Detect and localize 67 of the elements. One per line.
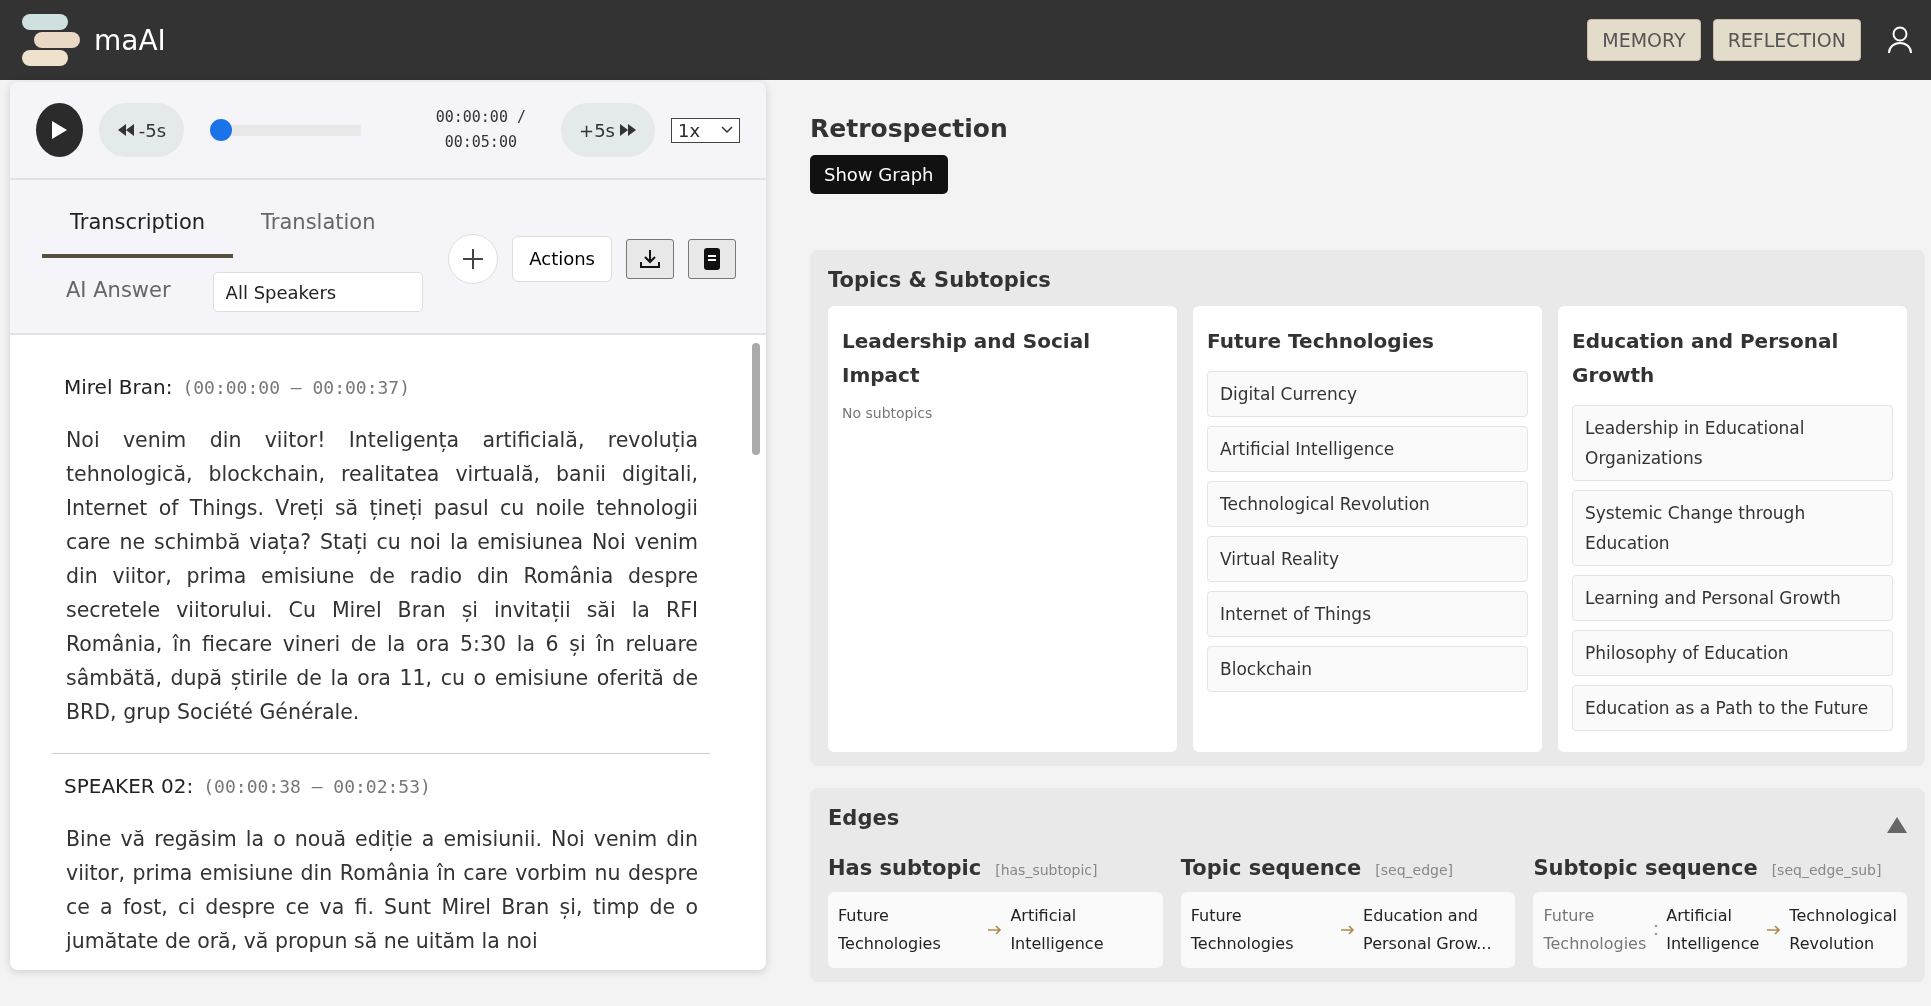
- section-title: Retrospection: [810, 114, 1009, 143]
- arrow-icon: [1767, 925, 1782, 935]
- arrow-icon: [988, 925, 1003, 935]
- speed-select[interactable]: 1x: [670, 117, 740, 143]
- edge-type-tag: [seq_edge_sub]: [1771, 862, 1882, 878]
- rewind-icon: [116, 124, 135, 136]
- target-label: Artificial Intelligence: [1010, 905, 1105, 955]
- logo-icon: [20, 12, 82, 68]
- source-label: Future Technologies: [1190, 905, 1295, 955]
- brand-name: maAI: [94, 23, 166, 57]
- user-icon[interactable]: [1887, 26, 1913, 54]
- topic-title: Leadership and Social Impact: [842, 328, 1092, 389]
- edge-type-tag: [has_subtopic]: [995, 862, 1098, 878]
- subtopic-item[interactable]: Internet of Things: [1207, 591, 1528, 637]
- play-button[interactable]: [36, 103, 83, 157]
- transcript-text: Noi venim din viitor! Inteligența artificială, revoluția tehnologică, blockchain, realitatea virtuală, banii digitali, Internet of Things. Vreți să țineți pasul cu noile tehnologii care ne schimbă viața? Stați cu noi la emisiunea Noi venim din viitor, prima emisiune de radio din România despre secretele viitorului. Cu Mirel Bran și invitații săi la RFI România, în fiecare vineri de la ora 5:30 la 6 și în reluare sâmbătă, după știrile de la ora 11, cu o emisiune oferită de BRD, grup Société Générale.: [65, 427, 699, 726]
- tab[interactable]: AI Answer: [42, 274, 171, 310]
- time-display: 00:00:00 / 00:05:00: [434, 107, 527, 153]
- subtopic-item[interactable]: Artificial Intelligence: [1207, 426, 1528, 472]
- panel-title: Edges: [828, 806, 900, 830]
- edge-group-title: Has subtopic: [828, 856, 982, 880]
- subtopic-item[interactable]: Digital Currency: [1207, 371, 1528, 417]
- source-label: Artificial Intelligence: [1666, 905, 1760, 955]
- forward-button[interactable]: +5s: [561, 103, 655, 157]
- header-button[interactable]: MEMORY: [1587, 19, 1701, 61]
- target-label: Education and Personal Grow...: [1363, 905, 1493, 955]
- empty-note: No subtopics: [842, 405, 934, 421]
- document-icon: [704, 247, 720, 270]
- topic-title: Education and Personal Growth: [1572, 328, 1840, 389]
- time-range: (00:00:38 – 00:02:53): [203, 776, 431, 797]
- panel-title: Topics & Subtopics: [828, 268, 1052, 292]
- subtopic-item[interactable]: Leadership in Educational Organizations: [1572, 405, 1893, 481]
- header-button[interactable]: REFLECTION: [1712, 19, 1861, 61]
- target-label: Technological Revolution: [1789, 905, 1897, 955]
- subtopic-item[interactable]: Learning and Personal Growth: [1572, 575, 1893, 621]
- subtopic-item[interactable]: Education as a Path to the Future: [1572, 685, 1893, 731]
- rewind-button[interactable]: -5s: [98, 103, 185, 157]
- separator-icon: [1654, 924, 1659, 936]
- transcript-text: Bine vă regăsim la o nouă ediție a emisiunii. Noi venim din viitor, prima emisiune din România în care vorbim nu despre ce a fost, ci despre ce va fi. Sunt Mirel Bran și, timp de o jumătate de oră, vă propun să ne uităm la noi: [64, 826, 699, 955]
- collapse-icon[interactable]: [1887, 817, 1907, 833]
- time-range: (00:00:00 – 00:00:37): [182, 377, 410, 398]
- plus-icon: [461, 246, 486, 271]
- edge-type-tag: [seq_edge]: [1375, 862, 1453, 878]
- edge-group-title: Topic sequence: [1180, 856, 1362, 880]
- source-label: Future Technologies: [838, 905, 942, 955]
- document-button[interactable]: [688, 238, 736, 279]
- actions-button[interactable]: Actions: [512, 235, 612, 282]
- edge-group-title: Subtopic sequence: [1533, 856, 1758, 880]
- fast-forward-icon: [618, 124, 637, 136]
- speaker-name: SPEAKER 02:: [64, 774, 194, 798]
- subtopic-item[interactable]: Philosophy of Education: [1572, 630, 1893, 676]
- speaker-name: Mirel Bran:: [64, 375, 173, 399]
- chevron-down-icon: [721, 126, 733, 134]
- subtopic-item[interactable]: Virtual Reality: [1207, 536, 1528, 582]
- play-icon: [50, 120, 69, 140]
- tab[interactable]: Translation: [233, 196, 404, 258]
- speaker-filter-field[interactable]: All Speakers: [212, 272, 423, 312]
- download-button[interactable]: [626, 238, 674, 279]
- subtopic-item[interactable]: Technological Revolution: [1207, 481, 1528, 527]
- topic-title: Future Technologies: [1207, 328, 1435, 355]
- arrow-icon: [1341, 925, 1356, 935]
- subtopic-item[interactable]: Systemic Change through Education: [1572, 490, 1893, 566]
- show-graph-button[interactable]: Show Graph: [810, 155, 948, 194]
- subtopic-item[interactable]: Blockchain: [1207, 646, 1528, 692]
- tab[interactable]: Transcription: [42, 196, 234, 258]
- parent-label: Future Technologies: [1543, 905, 1647, 955]
- scrollbar-thumb[interactable]: [752, 343, 760, 455]
